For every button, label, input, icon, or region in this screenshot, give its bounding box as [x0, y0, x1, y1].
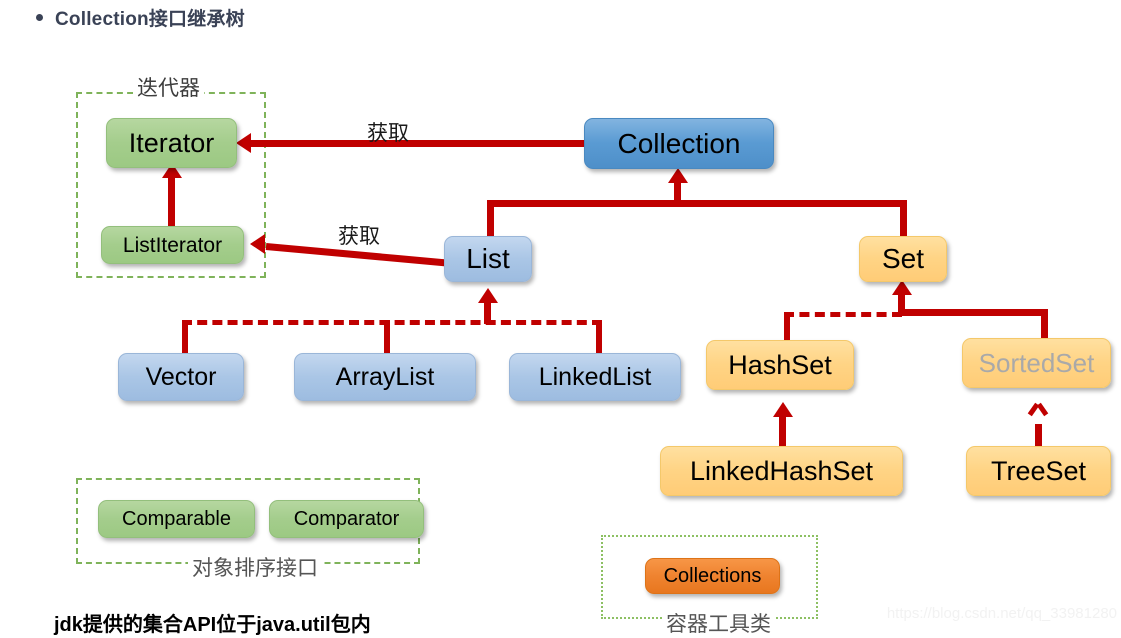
- node-iterator[interactable]: Iterator: [106, 118, 237, 168]
- page-title-text: Collection接口继承树: [55, 9, 245, 30]
- node-comparator[interactable]: Comparator: [269, 500, 424, 538]
- watermark: https://blog.csdn.net/qq_33981280: [886, 605, 1117, 622]
- node-collections[interactable]: Collections: [645, 558, 780, 594]
- arrow-collection-iterator: [236, 133, 251, 153]
- node-listiterator-label: ListIterator: [122, 233, 223, 257]
- edge-drop-vector: [182, 320, 188, 354]
- node-treeset[interactable]: TreeSet: [966, 446, 1111, 496]
- edge-drop-to-list: [487, 200, 494, 238]
- edge-drop-to-set: [900, 200, 907, 238]
- node-collection[interactable]: Collection: [584, 118, 774, 169]
- page-title: Collection接口继承树: [36, 4, 245, 31]
- node-comparable[interactable]: Comparable: [98, 500, 255, 538]
- arrow-setimpl-to-set: [892, 280, 912, 295]
- node-collections-label: Collections: [663, 565, 762, 587]
- edge-drop-hashset: [784, 312, 790, 342]
- node-linkedlist-label: LinkedList: [538, 362, 652, 391]
- node-collection-label: Collection: [617, 127, 741, 159]
- sorting-group-caption: 对象排序接口: [188, 552, 322, 582]
- edge-drop-arraylist: [384, 320, 390, 354]
- edge-riser-to-set: [898, 292, 905, 314]
- node-hashset-label: HashSet: [728, 349, 832, 380]
- node-iterator-label: Iterator: [128, 127, 215, 158]
- node-sortedset-label: SortedSet: [978, 348, 1095, 378]
- arrow-treeset-sortedset: [1030, 404, 1046, 416]
- edge-treeset-sortedset: [1035, 424, 1042, 448]
- edge-sortedset-bar: [900, 309, 1048, 316]
- node-arraylist[interactable]: ArrayList: [294, 353, 476, 401]
- edge-riser-to-list: [484, 300, 491, 324]
- node-linkedlist[interactable]: LinkedList: [509, 353, 681, 401]
- edge-label-list-listiterator: 获取: [338, 224, 380, 248]
- footnote-text: jdk提供的集合API位于java.util包内: [54, 614, 371, 636]
- edge-label-collection-iterator: 获取: [367, 121, 409, 145]
- edge-tree-horizontal-bar: [487, 200, 907, 207]
- arrow-impl-to-list: [478, 288, 498, 303]
- node-list-label: List: [466, 243, 510, 274]
- edge-collection-iterator: [248, 140, 584, 147]
- edge-riser-to-collection: [674, 180, 681, 204]
- node-vector-label: Vector: [145, 362, 217, 391]
- edge-list-impl-bus: [182, 320, 602, 325]
- node-list[interactable]: List: [444, 236, 532, 282]
- arrow-tree-to-collection: [668, 168, 688, 183]
- node-listiterator[interactable]: ListIterator: [101, 226, 244, 264]
- node-set[interactable]: Set: [859, 236, 947, 282]
- bullet-icon: [36, 14, 43, 21]
- node-sortedset[interactable]: SortedSet: [962, 338, 1111, 388]
- node-vector[interactable]: Vector: [118, 353, 244, 401]
- node-treeset-label: TreeSet: [990, 455, 1087, 486]
- node-set-label: Set: [881, 243, 925, 274]
- iterator-group-caption: 迭代器: [133, 72, 204, 102]
- edge-drop-linkedlist: [596, 320, 602, 354]
- utility-group-caption: 容器工具类: [662, 608, 775, 638]
- node-comparable-label: Comparable: [122, 508, 231, 530]
- node-hashset[interactable]: HashSet: [706, 340, 854, 390]
- node-linkedhashset[interactable]: LinkedHashSet: [660, 446, 903, 496]
- edge-hashset-bus: [784, 312, 902, 317]
- node-comparator-label: Comparator: [293, 508, 400, 530]
- node-arraylist-label: ArrayList: [335, 362, 435, 391]
- arrow-linkedhashset-hashset: [773, 402, 793, 417]
- node-linkedhashset-label: LinkedHashSet: [689, 455, 874, 486]
- edge-linkedhashset-hashset: [779, 414, 786, 448]
- arrow-list-listiterator: [250, 234, 265, 254]
